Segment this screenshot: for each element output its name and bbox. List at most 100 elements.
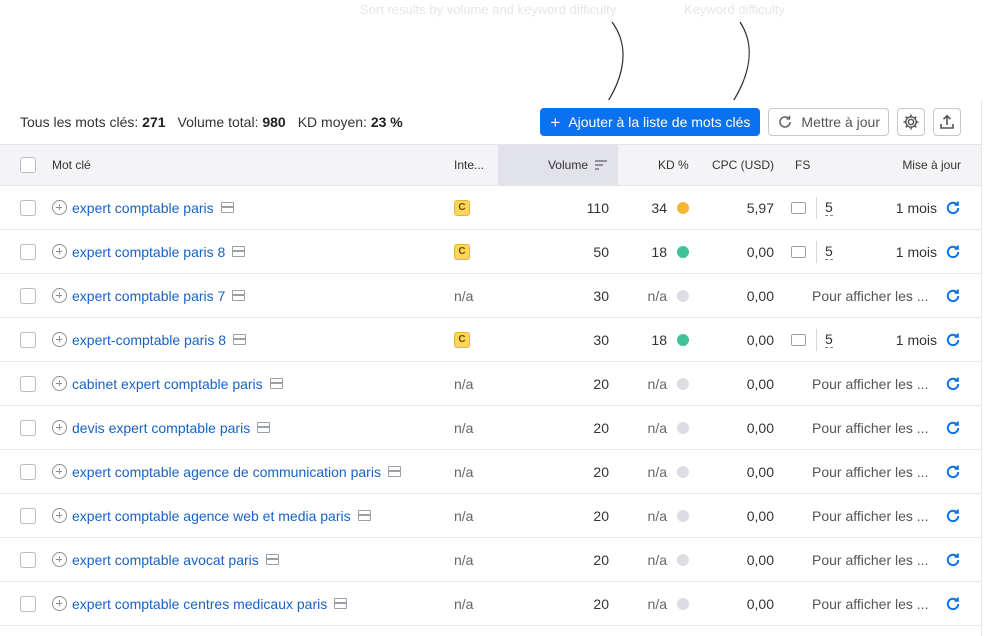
kd-difficulty-dot bbox=[677, 597, 689, 610]
column-cpc[interactable]: CPC (USD) bbox=[712, 145, 774, 185]
kd-difficulty-dot bbox=[677, 553, 689, 566]
serp-icon[interactable] bbox=[357, 510, 371, 521]
column-kd[interactable]: KD % bbox=[658, 145, 689, 185]
add-circle-icon[interactable] bbox=[52, 288, 67, 303]
column-update[interactable]: Mise à jour bbox=[902, 145, 961, 185]
kd-cell: n/a bbox=[648, 406, 689, 449]
row-checkbox-cell bbox=[20, 230, 36, 273]
serp-icon[interactable] bbox=[265, 554, 279, 565]
kd-cell: n/a bbox=[648, 582, 689, 625]
keyword-link[interactable]: expert comptable paris 7 bbox=[72, 288, 225, 304]
add-circle-icon[interactable] bbox=[52, 464, 67, 479]
volume-cell: 20 bbox=[593, 419, 609, 436]
stat-total-volume: Volume total: 980 bbox=[177, 114, 286, 130]
row-checkbox[interactable] bbox=[20, 331, 36, 348]
keyword-link[interactable]: expert comptable agence de communication… bbox=[72, 464, 381, 480]
update-hint: Pour afficher les ... bbox=[812, 595, 929, 612]
column-keyword[interactable]: Mot clé bbox=[52, 145, 91, 185]
keyword-link[interactable]: cabinet expert comptable paris bbox=[72, 376, 263, 392]
serp-features-icon[interactable] bbox=[791, 333, 806, 346]
add-circle-icon[interactable] bbox=[52, 508, 67, 523]
serp-icon[interactable] bbox=[233, 334, 247, 345]
intent-badge: C bbox=[454, 199, 470, 216]
add-circle-icon[interactable] bbox=[52, 596, 67, 611]
row-checkbox[interactable] bbox=[20, 375, 36, 392]
refresh-icon[interactable] bbox=[945, 288, 961, 304]
serp-icon[interactable] bbox=[232, 246, 246, 257]
serp-icon[interactable] bbox=[334, 598, 348, 609]
keyword-link[interactable]: expert comptable agence web et media par… bbox=[72, 508, 351, 524]
add-circle-icon[interactable] bbox=[52, 552, 67, 567]
refresh-icon[interactable] bbox=[945, 464, 961, 480]
intent-na: n/a bbox=[454, 463, 474, 480]
serp-icon[interactable] bbox=[257, 422, 271, 433]
add-circle-icon[interactable] bbox=[52, 200, 67, 215]
plus-icon: + bbox=[550, 112, 561, 132]
refresh-icon[interactable] bbox=[945, 332, 961, 348]
table-row: expert comptable paris 7 n/a 30 n/a 0,00… bbox=[0, 274, 981, 318]
table-row: expert comptable paris 8 C 50 18 0,00 5 … bbox=[0, 230, 981, 274]
row-checkbox-cell bbox=[20, 318, 36, 361]
export-button[interactable] bbox=[933, 108, 961, 136]
keyword-cell: expert comptable agence web et media par… bbox=[52, 494, 371, 537]
column-intent[interactable]: Inte... bbox=[454, 145, 484, 185]
kd-cell: n/a bbox=[648, 494, 689, 537]
intent-cell: n/a bbox=[454, 450, 473, 493]
keyword-link[interactable]: expert comptable paris bbox=[72, 200, 214, 216]
keyword-link[interactable]: expert comptable avocat paris bbox=[72, 552, 259, 568]
row-checkbox[interactable] bbox=[20, 507, 36, 524]
column-volume[interactable]: Volume bbox=[498, 145, 618, 185]
serp-icon[interactable] bbox=[387, 466, 401, 477]
add-circle-icon[interactable] bbox=[52, 420, 67, 435]
intent-na: n/a bbox=[454, 375, 474, 392]
refresh-icon[interactable] bbox=[945, 552, 961, 568]
sort-desc-icon bbox=[595, 160, 607, 170]
kd-difficulty-dot bbox=[677, 333, 689, 346]
row-checkbox[interactable] bbox=[20, 419, 36, 436]
row-checkbox[interactable] bbox=[20, 551, 36, 568]
serp-icon[interactable] bbox=[269, 378, 283, 389]
serp-icon[interactable] bbox=[220, 202, 234, 213]
table-row: expert comptable centres medicaux paris … bbox=[0, 582, 981, 626]
row-checkbox[interactable] bbox=[20, 199, 36, 216]
refresh-icon[interactable] bbox=[945, 596, 961, 612]
intent-cell: n/a bbox=[454, 362, 473, 405]
row-checkbox[interactable] bbox=[20, 463, 36, 480]
add-circle-icon[interactable] bbox=[52, 244, 67, 259]
table-body: expert comptable paris C 110 34 5,97 5 1… bbox=[0, 186, 981, 626]
refresh-icon[interactable] bbox=[945, 244, 961, 260]
column-fs[interactable]: FS bbox=[795, 145, 810, 185]
fs-cell: 5 bbox=[791, 230, 833, 273]
fs-count[interactable]: 5 bbox=[825, 199, 833, 216]
add-circle-icon[interactable] bbox=[52, 332, 67, 347]
kd-cell: 18 bbox=[651, 318, 689, 361]
refresh-icon[interactable] bbox=[945, 508, 961, 524]
intent-na: n/a bbox=[454, 551, 474, 568]
volume-cell: 30 bbox=[593, 331, 609, 348]
fs-count[interactable]: 5 bbox=[825, 331, 833, 348]
keyword-link[interactable]: expert-comptable paris 8 bbox=[72, 332, 226, 348]
settings-button[interactable] bbox=[897, 108, 925, 136]
update-refresh-cell bbox=[937, 406, 961, 449]
keyword-link[interactable]: expert comptable centres medicaux paris bbox=[72, 596, 327, 612]
keyword-link[interactable]: expert comptable paris 8 bbox=[72, 244, 225, 260]
row-checkbox[interactable] bbox=[20, 595, 36, 612]
refresh-icon[interactable] bbox=[945, 376, 961, 392]
serp-features-icon[interactable] bbox=[791, 201, 806, 214]
row-checkbox[interactable] bbox=[20, 243, 36, 260]
add-circle-icon[interactable] bbox=[52, 376, 67, 391]
row-checkbox[interactable] bbox=[20, 287, 36, 304]
refresh-icon[interactable] bbox=[945, 200, 961, 216]
select-all-checkbox[interactable] bbox=[20, 157, 36, 173]
keyword-link[interactable]: devis expert comptable paris bbox=[72, 420, 250, 436]
serp-icon[interactable] bbox=[232, 290, 246, 301]
row-checkbox-cell bbox=[20, 494, 36, 537]
add-to-keyword-list-button[interactable]: + Ajouter à la liste de mots clés bbox=[540, 108, 761, 136]
table-row: cabinet expert comptable paris n/a 20 n/… bbox=[0, 362, 981, 406]
intent-cell: n/a bbox=[454, 406, 473, 449]
update-button[interactable]: Mettre à jour bbox=[768, 108, 889, 136]
keyword-cell: devis expert comptable paris bbox=[52, 406, 271, 449]
fs-count[interactable]: 5 bbox=[825, 243, 833, 260]
refresh-icon[interactable] bbox=[945, 420, 961, 436]
serp-features-icon[interactable] bbox=[791, 245, 806, 258]
